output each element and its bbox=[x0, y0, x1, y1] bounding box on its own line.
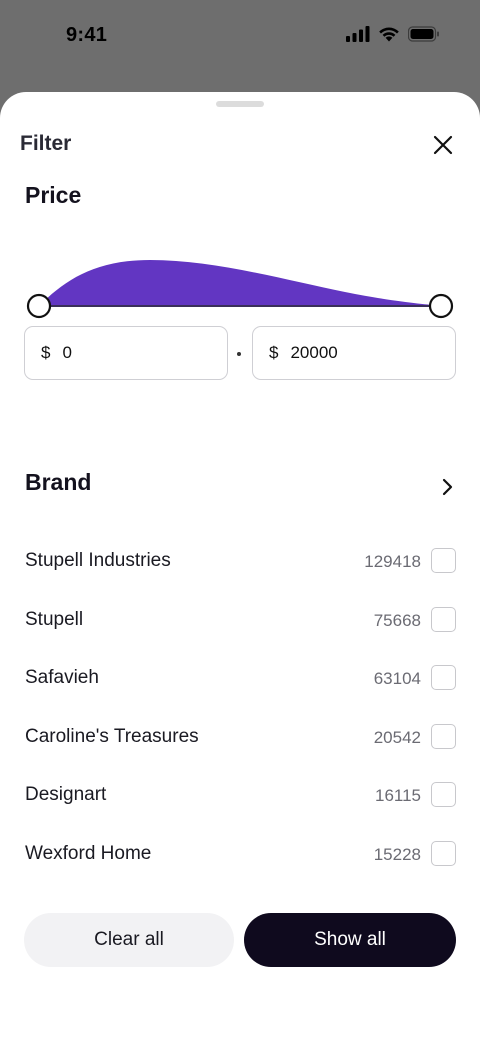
brand-checkbox[interactable] bbox=[431, 548, 456, 573]
price-range-slider[interactable] bbox=[25, 252, 455, 322]
wifi-icon bbox=[379, 27, 399, 42]
brand-name: Wexford Home bbox=[25, 842, 152, 864]
min-currency-symbol: $ bbox=[41, 343, 51, 362]
cellular-signal-icon bbox=[346, 26, 370, 42]
close-icon bbox=[433, 135, 453, 155]
max-price-field[interactable]: $ bbox=[252, 326, 456, 380]
clear-all-button[interactable]: Clear all bbox=[24, 913, 234, 967]
slider-min-handle[interactable] bbox=[26, 293, 52, 319]
brand-item-carolines-treasures[interactable]: Caroline's Treasures 20542 bbox=[0, 707, 480, 766]
max-currency-symbol: $ bbox=[269, 343, 279, 362]
status-bar: 9:41 bbox=[0, 0, 480, 72]
brand-item-wexford-home[interactable]: Wexford Home 15228 bbox=[0, 824, 480, 883]
price-section-title: Price bbox=[25, 182, 82, 208]
brand-expand-button[interactable] bbox=[436, 476, 458, 498]
min-price-input[interactable] bbox=[62, 343, 193, 363]
price-distribution-histogram bbox=[39, 260, 441, 306]
slider-max-handle[interactable] bbox=[428, 293, 454, 319]
brand-count: 63104 bbox=[373, 669, 421, 689]
range-separator bbox=[237, 352, 241, 356]
status-icons bbox=[346, 26, 440, 42]
close-button[interactable] bbox=[428, 130, 458, 160]
brand-name: Caroline's Treasures bbox=[25, 725, 199, 747]
brand-item-stupell-industries[interactable]: Stupell Industries 129418 bbox=[0, 531, 480, 590]
brand-checkbox[interactable] bbox=[431, 782, 456, 808]
sheet-title: Filter bbox=[20, 132, 72, 155]
status-time: 9:41 bbox=[66, 24, 108, 46]
brand-name: Designart bbox=[25, 784, 107, 806]
brand-count: 15228 bbox=[373, 844, 421, 864]
brand-name: Safavieh bbox=[25, 667, 99, 689]
show-all-button[interactable]: Show all bbox=[244, 913, 456, 967]
filter-sheet: Filter Price $ $ Brand Stupell Industrie… bbox=[0, 92, 480, 1040]
brand-checkbox[interactable] bbox=[431, 606, 456, 632]
brand-section-title: Brand bbox=[25, 469, 92, 495]
chevron-right-icon bbox=[442, 478, 453, 496]
brand-checkbox[interactable] bbox=[431, 665, 456, 691]
brand-count: 16115 bbox=[374, 786, 421, 806]
sheet-grabber[interactable] bbox=[216, 101, 264, 107]
brand-checkbox[interactable] bbox=[431, 840, 456, 866]
brand-item-designart[interactable]: Designart 16115 bbox=[0, 765, 480, 824]
brand-item-stupell[interactable]: Stupell 75668 bbox=[0, 590, 480, 649]
brand-name: Stupell Industries bbox=[25, 550, 171, 571]
brand-count: 129418 bbox=[364, 552, 421, 571]
brand-item-safavieh[interactable]: Safavieh 63104 bbox=[0, 648, 480, 707]
min-price-field[interactable]: $ bbox=[24, 326, 228, 380]
battery-icon bbox=[408, 26, 439, 42]
brand-list: Stupell Industries 129418 Stupell 75668 … bbox=[0, 531, 480, 883]
brand-count: 20542 bbox=[373, 727, 421, 747]
brand-count: 75668 bbox=[373, 610, 421, 630]
brand-name: Stupell bbox=[25, 608, 84, 630]
brand-checkbox[interactable] bbox=[431, 723, 456, 749]
max-price-input[interactable] bbox=[290, 343, 421, 363]
